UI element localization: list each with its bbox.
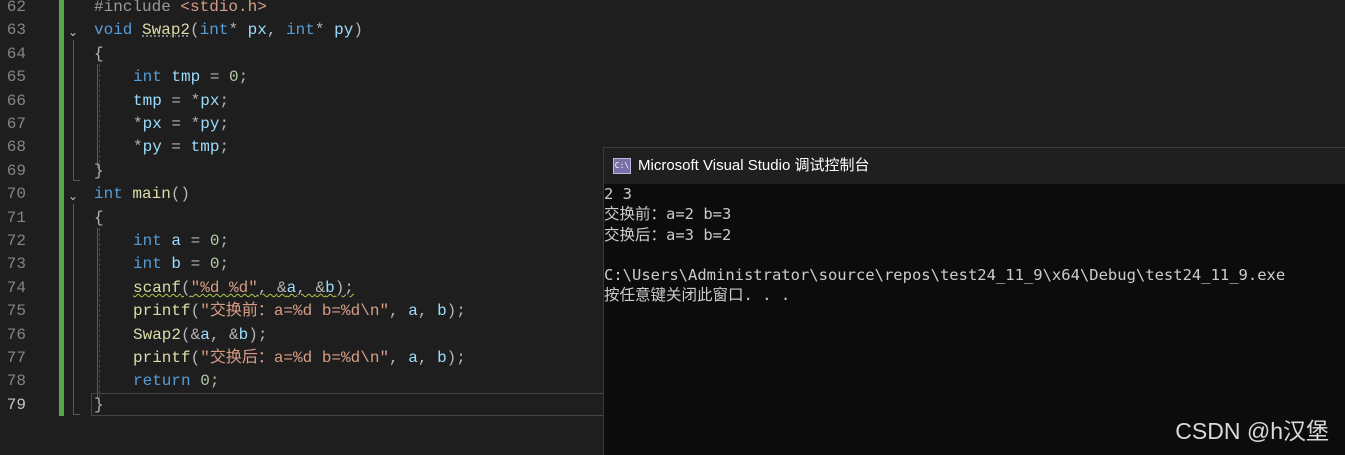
console-title: Microsoft Visual Studio 调试控制台 xyxy=(638,157,870,174)
code-text[interactable]: int b = 0; xyxy=(133,253,229,276)
console-title-bar[interactable]: C:\ Microsoft Visual Studio 调试控制台 xyxy=(604,148,1345,184)
code-text[interactable]: tmp = *px; xyxy=(133,90,229,113)
code-text[interactable]: int main() xyxy=(94,183,190,206)
debug-console-window[interactable]: C:\ Microsoft Visual Studio 调试控制台 2 3 交换… xyxy=(603,147,1345,455)
line-number: 63 xyxy=(6,21,26,40)
line-number: 62 xyxy=(6,0,26,16)
line-number: 72 xyxy=(6,232,26,250)
code-text[interactable]: int a = 0; xyxy=(133,230,229,253)
line-number: 79 xyxy=(6,395,26,414)
line-number: 70 xyxy=(6,185,26,204)
code-text[interactable]: *py = tmp; xyxy=(133,136,229,159)
code-text[interactable]: } xyxy=(94,394,104,417)
line-number: 68 xyxy=(6,138,26,157)
line-number: 78 xyxy=(6,372,26,391)
line-number: 64 xyxy=(6,44,26,63)
code-line[interactable]: 64 { xyxy=(0,43,1345,66)
code-text[interactable]: { xyxy=(94,207,104,230)
console-output-line: 交换前：a=2 b=3 xyxy=(604,205,732,224)
code-text[interactable]: #include <stdio.h> xyxy=(94,0,267,19)
code-text[interactable]: int tmp = 0; xyxy=(133,66,248,89)
line-number: 77 xyxy=(6,349,26,367)
code-line[interactable]: 66 tmp = *px; xyxy=(0,90,1345,113)
code-text[interactable]: Swap2(&a, &b); xyxy=(133,324,267,347)
console-output-line: C:\Users\Administrator\source\repos\test… xyxy=(604,266,1286,285)
line-number: 71 xyxy=(6,208,26,227)
console-output[interactable]: 2 3 交换前：a=2 b=3 交换后：a=3 b=2 C:\Users\Adm… xyxy=(604,184,1345,306)
code-text[interactable]: printf("交换后：a=%d b=%d\n", a, b); xyxy=(133,347,466,370)
console-output-line: 2 3 xyxy=(604,185,632,203)
line-number: 66 xyxy=(6,91,26,110)
code-text[interactable]: *px = *py; xyxy=(133,113,229,136)
line-number: 75 xyxy=(6,302,26,321)
code-text[interactable]: { xyxy=(94,43,104,66)
code-line[interactable]: 63 void Swap2(int* px, int* py) xyxy=(0,19,1345,42)
code-text[interactable]: } xyxy=(94,160,104,183)
code-line[interactable]: 67 *px = *py; xyxy=(0,113,1345,136)
line-number: 74 xyxy=(6,278,26,297)
line-number: 65 xyxy=(6,68,26,87)
code-text[interactable]: printf("交换前：a=%d b=%d\n", a, b); xyxy=(133,300,466,323)
code-text[interactable]: return 0; xyxy=(133,370,219,393)
watermark: CSDN @h汉堡 xyxy=(1175,418,1329,444)
code-text[interactable]: scanf("%d %d", &a, &b); xyxy=(133,277,354,300)
console-app-icon: C:\ xyxy=(613,158,631,174)
code-line[interactable]: 65 int tmp = 0; xyxy=(0,66,1345,89)
console-output-line: 交换后：a=3 b=2 xyxy=(604,225,732,244)
console-output-line: 按任意键关闭此窗口. . . xyxy=(604,286,791,305)
code-text[interactable]: void Swap2(int* px, int* py) xyxy=(94,19,363,42)
line-number: 73 xyxy=(6,255,26,274)
code-line[interactable]: 62 #include <stdio.h> xyxy=(0,0,1345,19)
line-number: 67 xyxy=(6,115,26,133)
line-number: 76 xyxy=(6,325,26,344)
line-number: 69 xyxy=(6,161,26,180)
